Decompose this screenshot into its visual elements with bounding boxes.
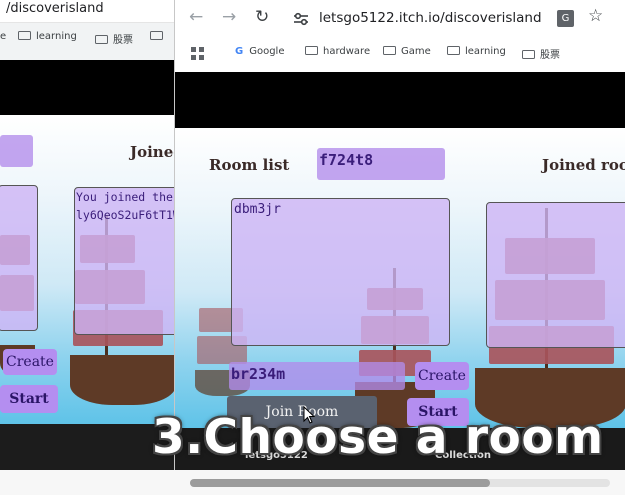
back-address-bar[interactable]: /discoverisland: [0, 0, 176, 23]
front-browser-window: ← → ↻ letsgo5122.itch.io/discoverisland …: [174, 0, 625, 470]
back-bookmark-learning[interactable]: learning: [18, 31, 77, 42]
back-url-text: /discoverisland: [6, 1, 104, 16]
back-joined-box: You joined the ro ly6QeoS2uF6tT1W: [74, 187, 176, 335]
bookmarks-bar: G Google hardware Game learning 股票: [175, 38, 625, 68]
folder-icon: [305, 46, 318, 55]
new-room-value: br234m: [231, 365, 286, 383]
bookmark-google[interactable]: G Google: [235, 46, 284, 57]
back-room-list-box[interactable]: [0, 185, 38, 331]
folder-icon: [150, 31, 163, 40]
tutorial-caption: 3.Choose a room: [152, 410, 604, 465]
forward-arrow-icon[interactable]: →: [222, 7, 236, 27]
back-bookmark-e[interactable]: e: [0, 31, 6, 42]
room-list-label: Room list: [209, 156, 290, 174]
back-game-black-bar: [0, 60, 176, 115]
back-arrow-icon[interactable]: ←: [189, 7, 203, 27]
apps-grid-icon[interactable]: [191, 46, 205, 60]
game-canvas[interactable]: Room list f724t8 Joined room dbm3jr br23…: [175, 128, 625, 428]
back-joined-id: ly6QeoS2uF6tT1W: [76, 208, 176, 222]
room-id-input[interactable]: f724t8: [317, 148, 445, 180]
site-settings-icon[interactable]: [293, 11, 309, 26]
joined-room-label: Joined room: [542, 156, 625, 174]
back-room-id-field[interactable]: [0, 135, 33, 167]
star-icon[interactable]: ☆: [588, 6, 603, 26]
back-browser-window: /discoverisland e learning 股票 Joinec You…: [0, 0, 176, 424]
back-bookmarks-bar: e learning 股票: [0, 26, 176, 52]
google-icon: G: [235, 46, 244, 57]
folder-icon: [383, 46, 396, 55]
back-bookmark-stocks[interactable]: 股票: [95, 31, 133, 46]
folder-icon: [447, 46, 460, 55]
room-list-item[interactable]: dbm3jr: [234, 202, 281, 217]
back-create-button[interactable]: Create: [3, 349, 57, 375]
room-id-value: f724t8: [319, 151, 374, 169]
bookmark-learning[interactable]: learning: [447, 46, 506, 57]
folder-icon: [95, 35, 108, 44]
folder-icon: [522, 50, 535, 59]
back-joined-message: You joined the ro: [76, 190, 176, 204]
back-game-canvas[interactable]: Joinec You joined the ro ly6QeoS2uF6tT1W…: [0, 115, 176, 424]
back-bookmark-folder[interactable]: [150, 31, 168, 42]
bookmark-game[interactable]: Game: [383, 46, 431, 57]
back-start-button[interactable]: Start: [0, 385, 58, 413]
joined-room-box: [486, 202, 625, 348]
bookmark-stocks[interactable]: 股票: [522, 46, 560, 61]
bottom-scroll-strip: [0, 470, 625, 495]
new-room-input[interactable]: br234m: [229, 362, 405, 390]
reload-icon[interactable]: ↻: [255, 7, 269, 27]
create-room-button[interactable]: Create: [415, 362, 469, 390]
translate-icon[interactable]: G: [557, 10, 574, 27]
back-joined-label: Joinec: [130, 143, 176, 161]
game-black-bar: [175, 72, 625, 128]
address-bar-url[interactable]: letsgo5122.itch.io/discoverisland: [319, 10, 542, 26]
room-list-box[interactable]: dbm3jr: [231, 198, 450, 346]
front-toolbar: ← → ↻ letsgo5122.itch.io/discoverisland …: [175, 0, 625, 38]
horizontal-scrollbar-thumb[interactable]: [190, 479, 490, 487]
folder-icon: [18, 31, 31, 40]
bookmark-hardware[interactable]: hardware: [305, 46, 370, 57]
